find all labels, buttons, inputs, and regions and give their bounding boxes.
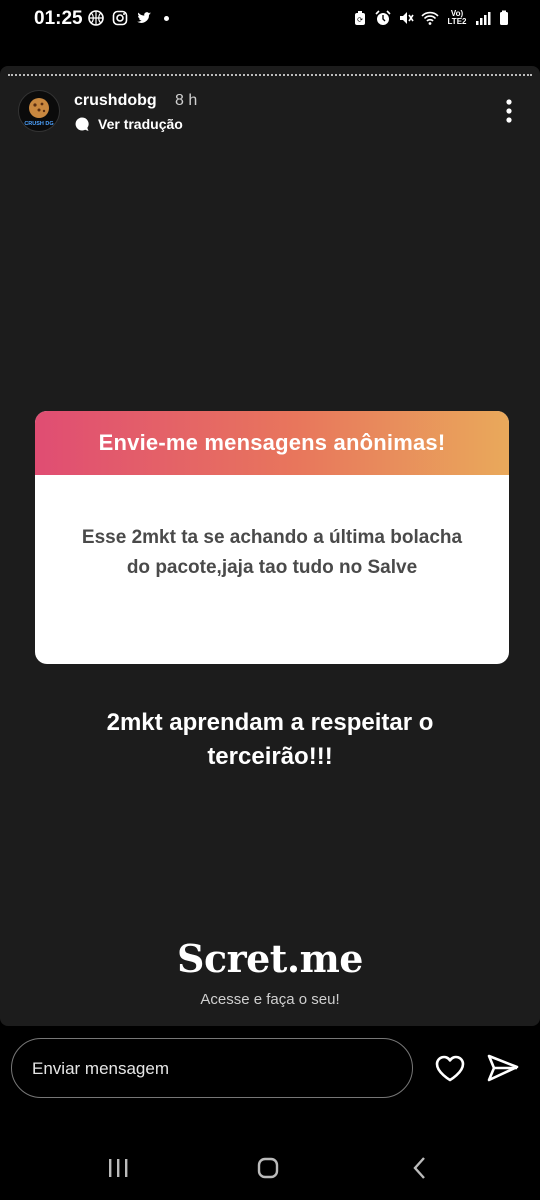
recent-apps-icon bbox=[109, 1159, 128, 1177]
question-card-header: Envie-me mensagens anônimas! bbox=[35, 411, 509, 475]
status-time: 01:25 bbox=[34, 8, 83, 29]
story-caption: 2mkt aprendam a respeitar o terceirão!!! bbox=[106, 709, 434, 770]
back-icon bbox=[413, 1157, 425, 1179]
status-bar: 01:25 ⟳ Vo) LTE2 bbox=[0, 0, 540, 40]
twitter-icon bbox=[137, 12, 151, 23]
more-options-icon[interactable] bbox=[498, 98, 520, 124]
svg-text:CRUSH DG: CRUSH DG bbox=[24, 121, 53, 127]
instagram-icon bbox=[112, 10, 128, 26]
username[interactable]: crushdobg bbox=[74, 92, 157, 110]
status-right-icons: ⟳ Vo) LTE2 bbox=[352, 10, 510, 26]
back-button[interactable] bbox=[400, 1148, 440, 1188]
heart-icon[interactable] bbox=[433, 1052, 467, 1084]
home-icon bbox=[257, 1157, 279, 1179]
avatar[interactable]: CRUSH DG bbox=[18, 90, 60, 132]
alarm-icon bbox=[375, 10, 391, 25]
volte-icon: Vo) LTE2 bbox=[447, 9, 467, 26]
android-nav-bar bbox=[0, 1140, 540, 1200]
translate-label: Ver tradução bbox=[98, 116, 183, 132]
message-input-placeholder: Enviar mensagem bbox=[32, 1059, 170, 1078]
svg-text:⟳: ⟳ bbox=[357, 17, 363, 24]
message-input[interactable]: Enviar mensagem bbox=[11, 1038, 413, 1098]
brand-subtitle: Acesse e faça o seu! bbox=[200, 991, 340, 1008]
wifi-icon bbox=[421, 11, 439, 25]
signal-icon bbox=[476, 12, 491, 25]
translate-button[interactable]: Ver tradução bbox=[74, 116, 183, 132]
story-view[interactable]: CRUSH DG crushdobg 8 h Ver tradução Envi… bbox=[0, 66, 540, 1026]
brand-logo[interactable]: Scret.me bbox=[0, 936, 540, 981]
post-time: 8 h bbox=[175, 92, 198, 109]
question-card-message: Esse 2mkt ta se achando a última bolacha… bbox=[81, 527, 463, 578]
story-progress-bar bbox=[8, 74, 532, 79]
home-button[interactable] bbox=[248, 1148, 288, 1188]
notification-dot bbox=[164, 15, 169, 21]
cookie-logo-icon: CRUSH DG bbox=[24, 98, 54, 127]
speech-bubble-icon bbox=[75, 117, 89, 131]
status-left-icons bbox=[88, 10, 169, 26]
basketball-icon bbox=[88, 10, 104, 26]
mute-icon bbox=[400, 12, 414, 24]
battery-icon bbox=[500, 10, 508, 25]
recent-apps-button[interactable] bbox=[98, 1148, 138, 1188]
anonymous-question-card: Envie-me mensagens anônimas! Esse 2mkt t… bbox=[35, 411, 509, 664]
question-card-title: Envie-me mensagens anônimas! bbox=[98, 430, 446, 455]
send-icon[interactable] bbox=[486, 1052, 520, 1084]
battery-saver-icon: ⟳ bbox=[355, 11, 365, 25]
